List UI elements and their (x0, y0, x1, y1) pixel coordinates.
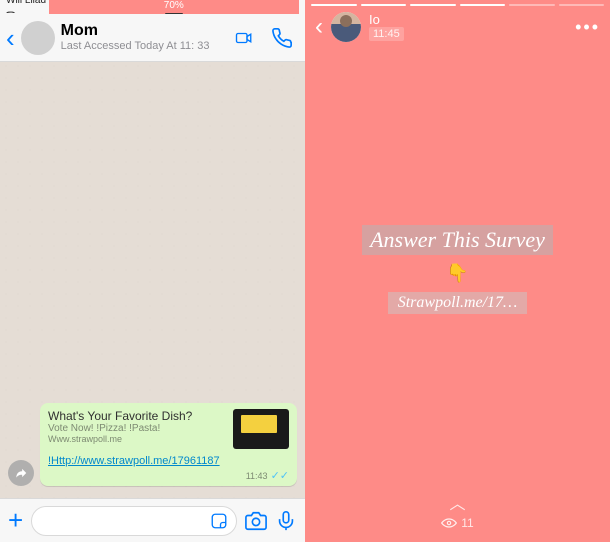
story-username[interactable]: Io (369, 13, 404, 27)
status-bar: Will Lliad ᯤ 11:44 70% (0, 0, 305, 14)
mic-icon[interactable] (275, 510, 297, 532)
eye-icon (441, 518, 457, 528)
last-accessed-label: Last Accessed Today At 11: 33 (61, 40, 227, 53)
header-title-block[interactable]: Mom Last Accessed Today At 11: 33 (61, 22, 227, 53)
video-call-icon[interactable] (233, 27, 255, 49)
back-icon[interactable]: ‹ (6, 25, 15, 51)
pointing-down-icon: 👇 (446, 263, 468, 284)
link-preview-domain: Www.strawpoll.me (48, 434, 227, 444)
chat-body[interactable]: What's Your Favorite Dish? Vote Now! !Pi… (0, 62, 305, 498)
text-input[interactable] (31, 506, 237, 536)
contact-avatar[interactable] (21, 21, 55, 55)
story-footer[interactable]: ︿ 11 (305, 490, 610, 542)
input-bar: + (0, 498, 305, 542)
camera-icon[interactable] (245, 510, 267, 532)
attach-icon[interactable]: + (8, 505, 23, 536)
story-avatar[interactable] (331, 12, 361, 42)
story-back-icon[interactable]: ‹ (315, 13, 323, 41)
chevron-up-icon[interactable]: ︿ (449, 490, 465, 514)
message-link[interactable]: !Http://www.strawpoll.me/17961187 (48, 455, 289, 467)
link-preview-thumb (233, 409, 289, 449)
message-time: 11:43 (246, 471, 268, 481)
sticker-icon[interactable] (210, 512, 228, 530)
story-time: 11:45 (369, 27, 404, 41)
contact-name: Mom (61, 22, 227, 40)
phone-call-icon[interactable] (271, 27, 293, 49)
chat-header: ‹ Mom Last Accessed Today At 11: 33 (0, 14, 305, 62)
battery-pct: 70% (164, 0, 184, 11)
instagram-story-pane: ‹ Io 11:45 ••• Answer This Survey 👇 Stra… (305, 0, 610, 542)
whatsapp-pane: Will Lliad ᯤ 11:44 70% ‹ Mom Last Access… (0, 0, 305, 542)
story-content[interactable]: Answer This Survey 👇 Strawpoll.me/17… (305, 48, 610, 490)
read-ticks-icon: ✓✓ (271, 469, 289, 482)
story-header: ‹ Io 11:45 ••• (305, 6, 610, 48)
link-preview-title: What's Your Favorite Dish? (48, 409, 227, 423)
forward-icon[interactable] (8, 460, 34, 486)
link-preview-subtitle: Vote Now! !Pizza! !Pasta! (48, 423, 227, 434)
more-icon[interactable]: ••• (575, 17, 600, 38)
message-bubble[interactable]: What's Your Favorite Dish? Vote Now! !Pi… (40, 403, 297, 486)
story-text-title: Answer This Survey (362, 225, 553, 255)
story-link-sticker[interactable]: Strawpoll.me/17… (388, 292, 528, 314)
view-count: 11 (461, 516, 473, 530)
